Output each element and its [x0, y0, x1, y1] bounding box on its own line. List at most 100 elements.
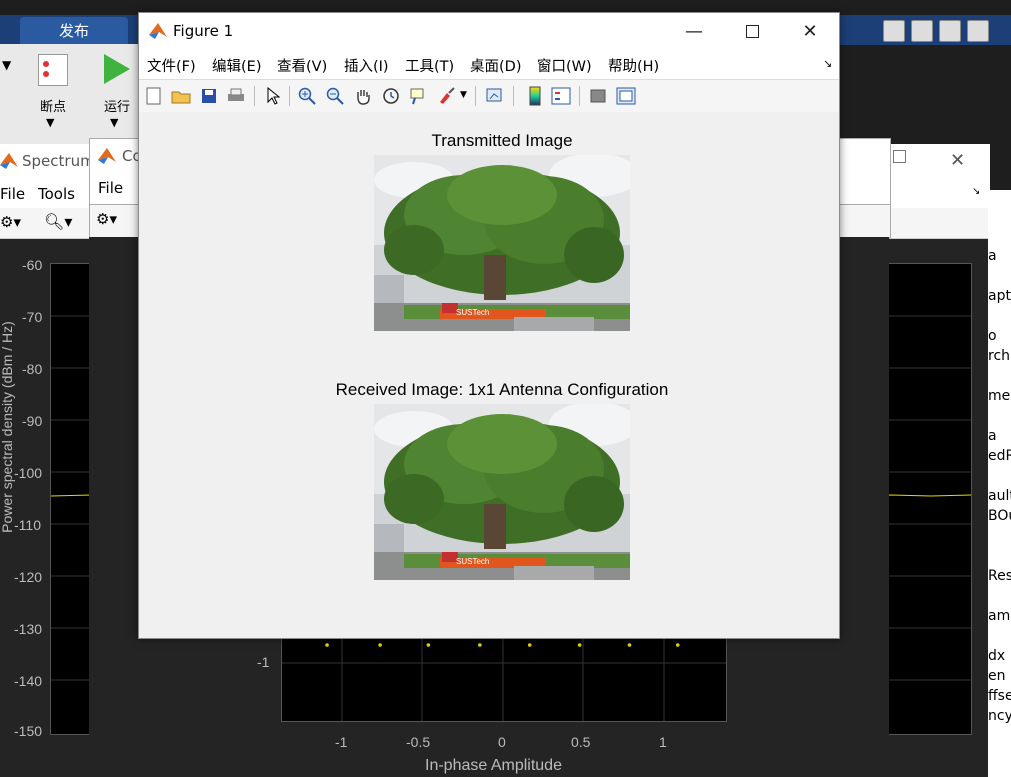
matlab-logo-icon: [0, 153, 18, 169]
side-item[interactable]: ffse: [988, 688, 1011, 704]
zoom-out-icon[interactable]: [324, 85, 346, 107]
y-tick: -70: [22, 309, 43, 325]
menu-file[interactable]: File: [98, 179, 123, 197]
link-plot-icon[interactable]: [484, 85, 506, 107]
copy-icon[interactable]: [967, 20, 989, 42]
brush-dropdown-icon[interactable]: ▼: [460, 90, 467, 100]
ribbon-tab-publish[interactable]: 发布: [20, 17, 128, 45]
y-tick: -80: [22, 361, 43, 377]
save-all-icon[interactable]: [911, 20, 933, 42]
figure-menubar: 文件(F) 编辑(E) 查看(V) 插入(I) 工具(T) 桌面(D) 窗口(W…: [139, 49, 839, 79]
constellation-point: [478, 643, 482, 647]
side-item[interactable]: ame: [988, 608, 1011, 624]
side-item[interactable]: a: [988, 428, 997, 444]
y-tick: -60: [22, 257, 43, 273]
side-item[interactable]: aptu: [988, 288, 1011, 304]
x-tick: 0: [498, 734, 506, 750]
cut-icon[interactable]: [939, 20, 961, 42]
breakpoint-label[interactable]: 断点: [40, 96, 66, 115]
side-item[interactable]: o: [988, 328, 997, 344]
new-figure-icon[interactable]: [143, 85, 165, 107]
menu-file[interactable]: 文件(F): [147, 55, 196, 76]
zoom-in-icon[interactable]: [296, 85, 318, 107]
side-item[interactable]: rch: [988, 348, 1010, 364]
pan-hand-icon[interactable]: [352, 85, 374, 107]
matlab-logo-icon: [149, 23, 167, 39]
sustech-logo-text: SUSTech: [456, 308, 489, 317]
menu-insert[interactable]: 插入(I): [344, 55, 389, 76]
menu-edit[interactable]: 编辑(E): [212, 55, 261, 76]
figure-titlebar[interactable]: Figure 1 — ✕: [139, 13, 839, 49]
run-dropdown-icon[interactable]: ▼: [110, 116, 118, 129]
menu-help[interactable]: 帮助(H): [608, 55, 659, 76]
legend-icon[interactable]: [550, 85, 572, 107]
constellation-axes[interactable]: [281, 632, 727, 722]
run-label[interactable]: 运行: [104, 96, 130, 115]
zoom-in-icon[interactable]: 🔍︎▾: [44, 212, 72, 231]
rotate-3d-icon[interactable]: [380, 85, 402, 107]
received-image[interactable]: SUSTech: [374, 404, 630, 580]
dropdown-arrow-icon[interactable]: ▼: [2, 58, 11, 72]
ribbon-body: ▼ 断点 ▼ 运行 ▼: [0, 44, 140, 145]
side-item[interactable]: me: [988, 388, 1010, 404]
close-button[interactable]: ✕: [781, 13, 839, 49]
received-image-title: Received Image: 1x1 Antenna Configuratio…: [335, 380, 669, 399]
y-tick: -110: [14, 517, 41, 533]
x-tick: 0.5: [571, 734, 591, 750]
figure-canvas: Transmitted Image SUSTech Received Image…: [139, 112, 839, 638]
constellation-point: [675, 643, 680, 647]
y-tick: -130: [14, 621, 43, 637]
pointer-icon[interactable]: [262, 85, 284, 107]
settings-icon[interactable]: ⚙▾: [96, 210, 117, 228]
run-icon[interactable]: [104, 54, 130, 84]
side-item[interactable]: en: [988, 668, 1006, 684]
dock-icon[interactable]: ↘: [972, 186, 980, 197]
side-item[interactable]: ault: [988, 488, 1011, 504]
save-icon[interactable]: [198, 85, 220, 107]
sustech-logo-text: SUSTech: [456, 557, 489, 566]
minimize-icon: —: [685, 20, 703, 42]
menu-tools[interactable]: Tools: [38, 185, 75, 203]
x-tick: -1: [335, 734, 348, 750]
maximize-icon[interactable]: [893, 150, 906, 163]
side-item[interactable]: dx: [988, 648, 1005, 664]
side-panel: a aptu o rch me a edR ault BOu Resi ame …: [988, 190, 1011, 777]
menu-window[interactable]: 窗口(W): [537, 55, 592, 76]
hide-plot-tools-icon[interactable]: [587, 85, 609, 107]
y-tick: -100: [14, 465, 43, 481]
side-item[interactable]: ncyO: [988, 708, 1011, 724]
open-file-icon[interactable]: [170, 85, 192, 107]
spectrum-ylabel: Power spectral density (dBm / Hz): [0, 321, 15, 533]
menu-tools[interactable]: 工具(T): [405, 55, 454, 76]
print-icon[interactable]: [225, 85, 247, 107]
menu-file[interactable]: File: [0, 185, 25, 203]
side-item[interactable]: edR: [988, 448, 1011, 464]
transmitted-image[interactable]: SUSTech: [374, 155, 630, 331]
tree-photo: SUSTech: [374, 404, 630, 580]
close-icon[interactable]: ✕: [950, 150, 965, 171]
maximize-icon: [745, 24, 759, 38]
dock-icon[interactable]: ↘: [823, 57, 832, 70]
data-cursor-icon[interactable]: [407, 85, 429, 107]
y-tick: -90: [22, 413, 43, 429]
breakpoint-icon[interactable]: [38, 54, 68, 86]
x-tick: -0.5: [406, 734, 431, 750]
menu-view[interactable]: 查看(V): [277, 55, 327, 76]
side-item[interactable]: Resi: [988, 568, 1011, 584]
constellation-point: [577, 643, 582, 647]
y-tick: -1: [257, 654, 270, 670]
save-icon[interactable]: [883, 20, 905, 42]
settings-icon[interactable]: ⚙▾: [0, 213, 21, 231]
constellation-point: [527, 643, 532, 647]
side-item[interactable]: a: [988, 248, 997, 264]
side-item[interactable]: BOu: [988, 508, 1011, 524]
quick-access-toolbar: [841, 15, 1011, 45]
y-tick: -150: [14, 723, 43, 739]
menu-desktop[interactable]: 桌面(D): [470, 55, 521, 76]
colorbar-icon[interactable]: [524, 85, 546, 107]
minimize-button[interactable]: —: [665, 13, 723, 49]
breakpoint-dropdown-icon[interactable]: ▼: [46, 116, 54, 129]
brush-icon[interactable]: [436, 85, 458, 107]
maximize-button[interactable]: [723, 13, 781, 49]
show-plot-tools-icon[interactable]: [615, 85, 637, 107]
